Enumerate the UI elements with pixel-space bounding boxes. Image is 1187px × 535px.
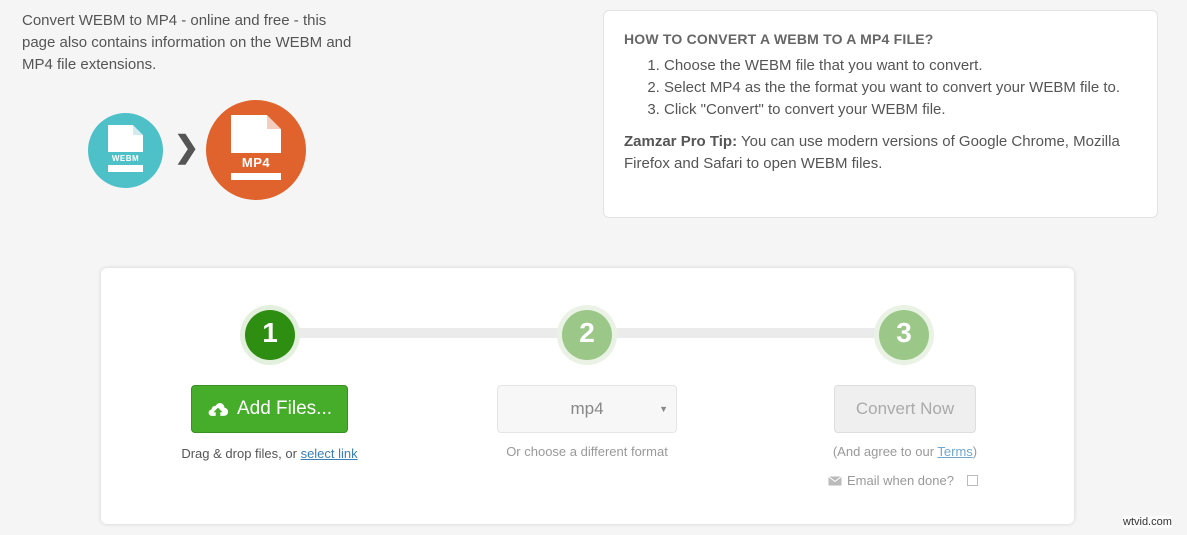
- envelope-icon: [828, 475, 842, 485]
- chevron-right-icon: ❯: [174, 131, 200, 164]
- email-option: Email when done?: [828, 473, 978, 488]
- select-link[interactable]: select link: [301, 446, 358, 461]
- convert-now-button[interactable]: Convert Now: [834, 385, 976, 433]
- email-checkbox[interactable]: [966, 475, 978, 486]
- format-select[interactable]: mp4 ▼: [497, 385, 677, 433]
- watermark: wtvid.com: [1123, 516, 1172, 528]
- caret-down-icon: ▼: [659, 404, 668, 414]
- step-3-indicator: 3: [879, 310, 929, 360]
- mp4-label: MP4: [229, 153, 283, 173]
- format-hint: Or choose a different format: [506, 444, 668, 459]
- howto-step: Select MP4 as the the format you want to…: [664, 77, 1137, 99]
- cloud-upload-icon: [208, 403, 229, 416]
- pro-tip-label: Zamzar Pro Tip:: [624, 133, 738, 150]
- format-value: mp4: [570, 399, 604, 418]
- howto-step: Click "Convert" to convert your WEBM fil…: [664, 99, 1137, 121]
- terms-prefix: (And agree to our: [832, 444, 938, 459]
- step-2-indicator: 2: [562, 310, 612, 360]
- mp4-file-icon: MP4: [206, 100, 306, 200]
- pro-tip: Zamzar Pro Tip: You can use modern versi…: [624, 131, 1137, 175]
- intro-text: Convert WEBM to MP4 - online and free - …: [22, 12, 352, 73]
- howto-steps: Choose the WEBM file that you want to co…: [624, 55, 1137, 121]
- webm-label: WEBM: [104, 152, 147, 165]
- add-files-button[interactable]: Add Files...: [191, 385, 348, 433]
- conversion-icons: WEBM ❯ MP4: [88, 100, 318, 200]
- howto-title: HOW TO CONVERT A WEBM TO A MP4 FILE?: [624, 31, 934, 47]
- terms-suffix: ): [972, 444, 978, 459]
- drag-drop-hint: Drag & drop files, or select link: [161, 446, 378, 461]
- howto-step: Choose the WEBM file that you want to co…: [664, 55, 1137, 77]
- howto-panel: HOW TO CONVERT A WEBM TO A MP4 FILE? Cho…: [603, 10, 1158, 218]
- step-1-indicator: 1: [245, 310, 295, 360]
- webm-file-icon: WEBM: [88, 113, 163, 188]
- email-label: Email when done?: [847, 473, 954, 488]
- terms-link[interactable]: Terms: [937, 444, 972, 459]
- terms-note: (And agree to our Terms): [805, 444, 1005, 459]
- converter-panel: 1 2 3 Add Files... Drag & drop files, or…: [101, 268, 1074, 524]
- add-files-label: Add Files...: [236, 398, 333, 419]
- drag-drop-text: Drag & drop files, or: [181, 446, 301, 461]
